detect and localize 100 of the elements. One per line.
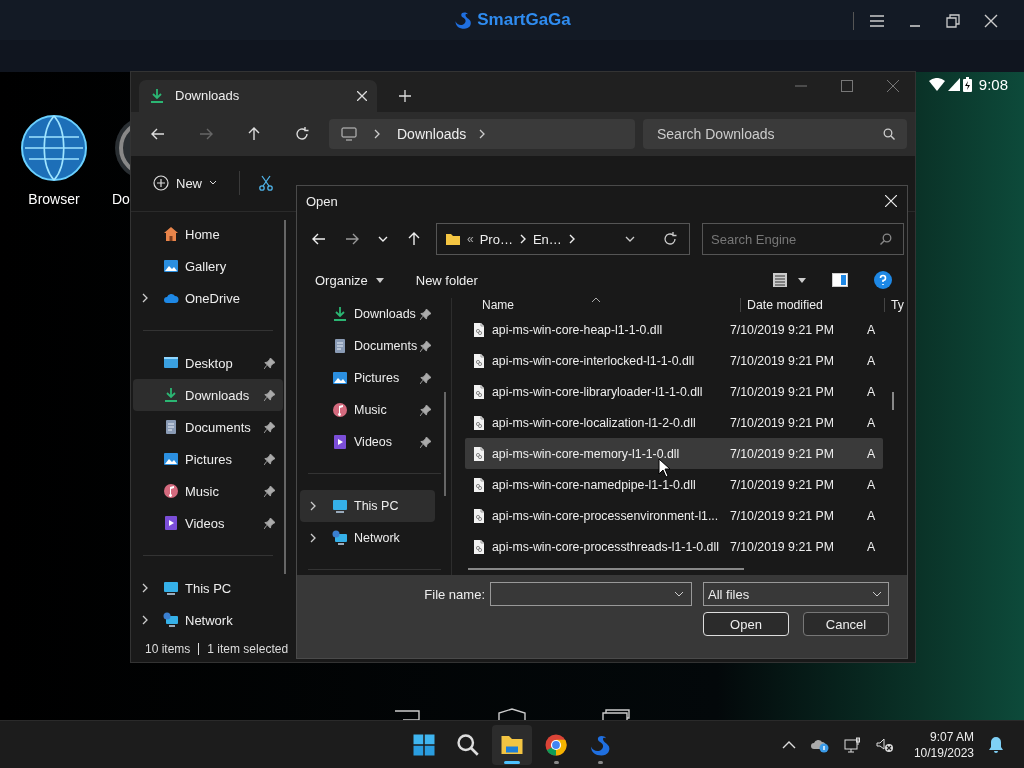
file-row[interactable]: api-ms-win-core-namedpipe-l1-1-0.dll 7/10/2019 9:21 PM A <box>465 469 883 500</box>
navigation-item[interactable]: Network <box>300 522 435 554</box>
address-segment[interactable]: Downloads <box>397 125 467 142</box>
notification-bell-icon[interactable] <box>988 736 1004 754</box>
file-row[interactable]: api-ms-win-core-interlocked-l1-1-0.dll 7/10/2019 9:21 PM A <box>465 345 883 376</box>
new-button[interactable]: New <box>149 171 221 196</box>
app-label[interactable]: Browser <box>28 191 80 207</box>
expand-chevron-icon[interactable] <box>309 533 317 543</box>
path-segment[interactable]: En… <box>532 231 562 247</box>
search-field[interactable]: Search Engine <box>702 223 904 255</box>
navigation-item[interactable]: This PC <box>300 490 435 522</box>
column-header[interactable]: Ty <box>884 298 907 312</box>
scissors-icon[interactable] <box>258 175 274 192</box>
path-segment[interactable]: Pro… <box>479 231 513 247</box>
file-row[interactable]: api-ms-win-core-processenvironment-l1... 7/10/2019 9:21 PM A <box>465 500 883 531</box>
preview-pane-icon[interactable] <box>832 273 848 287</box>
taskbar-app[interactable] <box>492 725 532 765</box>
file-name-field[interactable] <box>490 582 692 606</box>
list-view-icon[interactable] <box>772 272 788 288</box>
restore-icon[interactable] <box>946 14 960 28</box>
caret-icon[interactable] <box>798 277 806 283</box>
cloud-icon[interactable] <box>809 737 830 753</box>
type-cell-text: A <box>867 508 877 523</box>
file-icon <box>471 538 487 555</box>
expand-chevron-icon[interactable] <box>141 293 149 304</box>
file-row[interactable]: api-ms-win-core-memory-l1-1-0.dll 7/10/2019 9:21 PM A <box>465 438 883 469</box>
column-header[interactable]: Date modified <box>740 298 884 312</box>
globe-icon[interactable] <box>21 115 87 181</box>
mute-icon[interactable] <box>875 737 894 753</box>
sidebar-item[interactable]: Desktop <box>133 347 283 380</box>
path-overflow[interactable]: « <box>467 232 474 246</box>
sidebar-item[interactable]: Home <box>133 218 283 251</box>
forward-arrow-icon[interactable] <box>345 232 359 246</box>
sidebar-item[interactable]: Documents <box>133 411 283 444</box>
sidebar-item[interactable]: Music <box>133 475 283 508</box>
dropdown-caret-icon[interactable] <box>625 235 635 243</box>
refresh-icon[interactable] <box>663 232 677 246</box>
new-folder-button[interactable]: New folder <box>407 268 486 292</box>
dialog-button[interactable]: Open <box>703 612 789 636</box>
file-row[interactable]: api-ms-win-core-libraryloader-l1-1-0.dll 7/10/2019 9:21 PM A <box>465 376 883 407</box>
clock-time[interactable]: 9:07 AM <box>929 730 974 744</box>
column-header[interactable]: Name <box>465 298 740 312</box>
back-icon[interactable] <box>393 708 423 722</box>
date-cell-text: 7/10/2019 9:21 PM <box>729 353 835 368</box>
caret-icon[interactable] <box>378 235 388 243</box>
add-tab-icon[interactable] <box>399 89 411 102</box>
address-bar[interactable]: Downloads <box>329 118 635 149</box>
maximize-icon[interactable] <box>841 80 853 92</box>
up-arrow-icon[interactable] <box>247 126 261 141</box>
sidebar-item[interactable]: Gallery <box>133 250 283 283</box>
pin-icon[interactable] <box>264 485 275 497</box>
file-type-dropdown[interactable]: All files <box>703 582 889 606</box>
pin-icon[interactable] <box>264 517 275 529</box>
sidebar-item[interactable]: This PC <box>133 572 283 605</box>
pin-icon[interactable] <box>420 372 431 384</box>
file-row[interactable]: api-ms-win-core-localization-l1-2-0.dll 7/10/2019 9:21 PM A <box>465 407 883 438</box>
navigation-item[interactable]: Downloads <box>300 298 435 330</box>
expand-chevron-icon[interactable] <box>309 501 317 511</box>
navigation-item[interactable]: Videos <box>300 426 435 458</box>
date-cell-text: 7/10/2019 9:21 PM <box>729 539 835 554</box>
pin-icon[interactable] <box>264 389 275 401</box>
up-arrow-icon[interactable] <box>407 232 421 246</box>
sidebar-item[interactable]: Videos <box>133 507 283 540</box>
chevron-up-icon[interactable] <box>781 741 796 749</box>
navigation-item[interactable]: Documents <box>300 330 435 362</box>
clock-date[interactable]: 10/19/2023 <box>913 746 974 760</box>
pin-icon[interactable] <box>264 453 275 465</box>
sidebar-item[interactable]: Network <box>133 604 283 637</box>
organize-button[interactable]: Organize <box>307 268 392 292</box>
pin-icon[interactable] <box>420 404 431 416</box>
menu-icon[interactable] <box>870 15 884 27</box>
address-bar[interactable]: « Pro… En… <box>436 223 690 255</box>
pin-icon[interactable] <box>420 308 431 320</box>
downloads-tab[interactable]: Downloads <box>139 79 377 112</box>
file-row[interactable]: api-ms-win-core-heap-l1-1-0.dll 7/10/2019 9:21 PM A <box>465 314 883 345</box>
expand-chevron-icon[interactable] <box>141 583 149 594</box>
navigation-item[interactable]: Music <box>300 394 435 426</box>
back-arrow-icon[interactable] <box>312 232 326 246</box>
pin-icon[interactable] <box>420 436 431 448</box>
dialog-button[interactable]: Cancel <box>803 612 889 636</box>
music-icon <box>163 483 179 500</box>
app-label[interactable]: Do <box>112 191 130 207</box>
close-icon[interactable] <box>984 14 998 28</box>
pin-icon[interactable] <box>264 357 275 369</box>
sidebar-item[interactable]: Pictures <box>133 443 283 476</box>
file-row[interactable]: api-ms-win-core-processthreads-l1-1-0.dll 7/10/2019 9:21 PM A <box>465 531 883 562</box>
network-icon[interactable] <box>843 737 862 753</box>
expand-chevron-icon[interactable] <box>141 615 149 626</box>
navigation-item[interactable]: Pictures <box>300 362 435 394</box>
pin-icon[interactable] <box>264 421 275 433</box>
video-icon <box>332 434 348 450</box>
help-icon[interactable] <box>874 271 892 289</box>
file-icon <box>471 476 487 493</box>
pin-icon[interactable] <box>420 340 431 352</box>
chevron-icon <box>478 128 487 139</box>
sidebar-item[interactable]: Downloads <box>133 379 283 412</box>
back-arrow-icon[interactable] <box>151 126 165 141</box>
search-field[interactable]: Search Downloads <box>643 118 907 149</box>
sidebar-item[interactable]: OneDrive <box>133 282 283 315</box>
refresh-icon[interactable] <box>295 126 309 141</box>
